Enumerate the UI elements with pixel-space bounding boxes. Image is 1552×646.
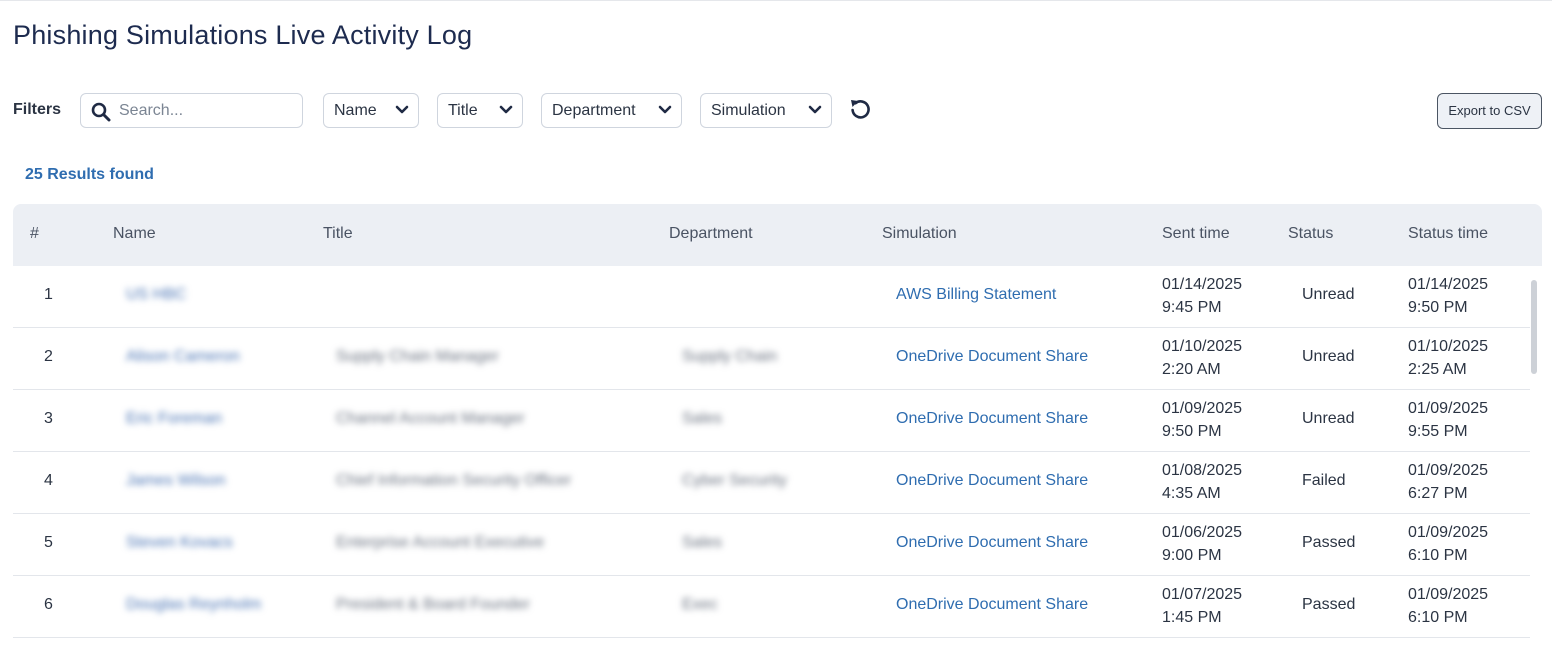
search-input[interactable] xyxy=(119,100,294,122)
row-number: 6 xyxy=(44,596,53,613)
user-department: Sales xyxy=(682,534,723,551)
user-name-link[interactable]: Steven Kovacs xyxy=(126,534,233,552)
table-row[interactable]: 2 Alison Cameron Supply Chain Manager Su… xyxy=(13,328,1530,390)
row-number: 5 xyxy=(44,534,53,551)
column-header[interactable]: Status time xyxy=(1408,225,1488,243)
status-time: 01/09/2025 6:10 PM xyxy=(1408,524,1489,564)
status-text: Passed xyxy=(1302,596,1356,613)
column-header[interactable]: Title xyxy=(323,225,353,243)
page-title: Phishing Simulations Live Activity Log xyxy=(13,20,473,50)
table-row[interactable]: 6 Douglas Reynholm President & Board Fou… xyxy=(13,576,1530,638)
chevron-down-icon xyxy=(395,105,409,114)
status-time: 01/09/2025 6:10 PM xyxy=(1408,586,1489,626)
user-title: Channel Account Manager xyxy=(336,410,525,427)
chevron-down-icon xyxy=(658,105,672,114)
title-filter-dropdown[interactable]: Title xyxy=(437,93,523,128)
department-filter-dropdown[interactable]: Department xyxy=(541,93,682,128)
row-number: 1 xyxy=(44,286,53,303)
row-number: 2 xyxy=(44,348,53,365)
user-department: Exec xyxy=(682,596,718,613)
simulation-link[interactable]: OneDrive Document Share xyxy=(896,348,1088,366)
user-name-link[interactable]: Alison Cameron xyxy=(126,348,240,366)
search-icon xyxy=(91,102,111,122)
top-divider xyxy=(0,0,1552,1)
simulation-link[interactable]: OneDrive Document Share xyxy=(896,472,1088,490)
user-title: Enterprise Account Executive xyxy=(336,534,545,551)
column-header[interactable]: # xyxy=(30,225,39,243)
status-time: 01/14/2025 9:50 PM xyxy=(1408,276,1489,316)
sent-time: 01/08/2025 4:35 AM xyxy=(1162,462,1243,502)
simulation-link[interactable]: AWS Billing Statement xyxy=(896,286,1056,304)
table-row[interactable]: 4 James Wilson Chief Information Securit… xyxy=(13,452,1530,514)
simulation-link[interactable]: OneDrive Document Share xyxy=(896,596,1088,614)
sent-time: 01/07/2025 1:45 PM xyxy=(1162,586,1243,626)
user-department: Cyber Security xyxy=(682,472,787,489)
table-row[interactable]: 3 Eric Foreman Channel Account Manager S… xyxy=(13,390,1530,452)
status-text: Failed xyxy=(1302,472,1346,489)
sent-time: 01/09/2025 9:50 PM xyxy=(1162,400,1243,440)
user-title: Supply Chain Manager xyxy=(336,348,499,365)
table-row[interactable]: 5 Steven Kovacs Enterprise Account Execu… xyxy=(13,514,1530,576)
status-time: 01/09/2025 9:55 PM xyxy=(1408,400,1489,440)
row-number: 3 xyxy=(44,410,53,427)
dropdown-label: Title xyxy=(448,102,478,119)
sent-time: 01/10/2025 2:20 AM xyxy=(1162,338,1243,378)
column-header[interactable]: Simulation xyxy=(882,225,957,243)
results-count: 25 Results found xyxy=(25,166,154,183)
simulation-filter-dropdown[interactable]: Simulation xyxy=(700,93,832,128)
filters-label: Filters xyxy=(13,101,62,118)
status-text: Unread xyxy=(1302,410,1355,427)
simulation-link[interactable]: OneDrive Document Share xyxy=(896,410,1088,428)
user-name-link[interactable]: Douglas Reynholm xyxy=(126,596,261,614)
status-text: Unread xyxy=(1302,286,1355,303)
user-name-link[interactable]: US HBC xyxy=(126,286,186,304)
simulation-link[interactable]: OneDrive Document Share xyxy=(896,534,1088,552)
dropdown-label: Simulation xyxy=(711,102,786,119)
column-header[interactable]: Sent time xyxy=(1162,225,1230,243)
status-time: 01/09/2025 6:27 PM xyxy=(1408,462,1489,502)
user-name-link[interactable]: James Wilson xyxy=(126,472,226,490)
column-header[interactable]: Status xyxy=(1288,225,1333,243)
table-row[interactable]: 1 US HBC AWS Billing Statement 01/14/202… xyxy=(13,266,1530,328)
dropdown-label: Department xyxy=(552,102,636,119)
status-text: Unread xyxy=(1302,348,1355,365)
export-csv-button[interactable]: Export to CSV xyxy=(1437,93,1542,129)
search-box[interactable] xyxy=(80,93,303,128)
user-title: President & Board Founder xyxy=(336,596,530,613)
row-number: 4 xyxy=(44,472,53,489)
table-scrollbar[interactable] xyxy=(1531,280,1537,374)
chevron-down-icon xyxy=(499,105,513,114)
table-header: # Name Title Department Simulation Sent … xyxy=(13,204,1542,266)
dropdown-label: Name xyxy=(334,102,377,119)
user-name-link[interactable]: Eric Foreman xyxy=(126,410,222,428)
chevron-down-icon xyxy=(808,105,822,114)
status-text: Passed xyxy=(1302,534,1356,551)
status-time: 01/10/2025 2:25 AM xyxy=(1408,338,1489,378)
refresh-icon[interactable] xyxy=(848,97,872,121)
user-department: Sales xyxy=(682,410,723,427)
column-header[interactable]: Name xyxy=(113,225,156,243)
sent-time: 01/06/2025 9:00 PM xyxy=(1162,524,1243,564)
user-department: Supply Chain xyxy=(682,348,778,365)
sent-time: 01/14/2025 9:45 PM xyxy=(1162,276,1243,316)
column-header[interactable]: Department xyxy=(669,225,753,243)
name-filter-dropdown[interactable]: Name xyxy=(323,93,419,128)
user-title: Chief Information Security Officer xyxy=(336,472,572,489)
